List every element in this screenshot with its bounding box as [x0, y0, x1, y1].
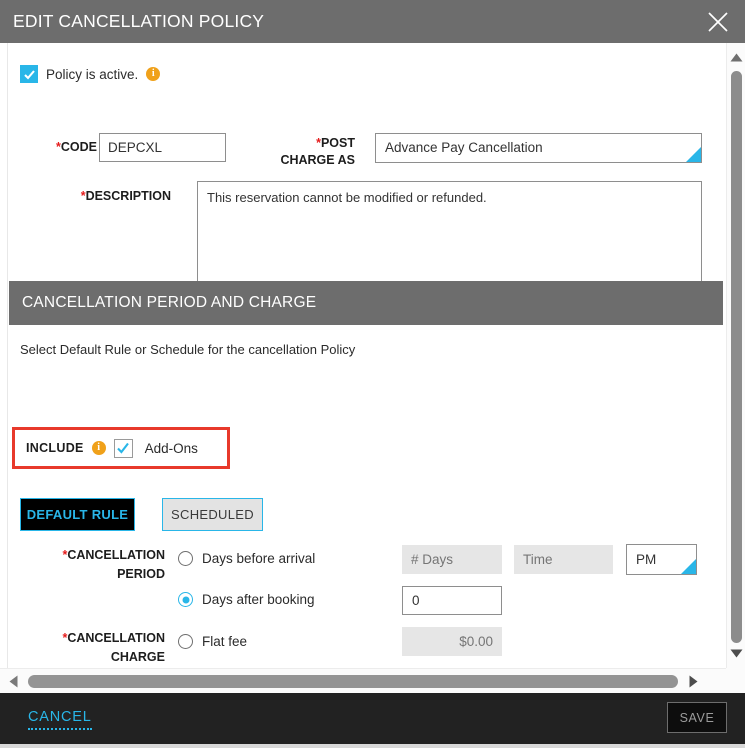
scroll-up-arrow-icon[interactable] — [727, 48, 745, 67]
post-charge-as-value: Advance Pay Cancellation — [385, 140, 543, 156]
scrollbar-corner — [726, 668, 745, 693]
description-label-text: DESCRIPTION — [85, 189, 171, 203]
policy-active-label: Policy is active. — [46, 66, 139, 82]
include-info-icon[interactable]: i — [91, 441, 106, 455]
charge-label-line2: CHARGE — [110, 650, 165, 664]
scroll-left-arrow-icon[interactable] — [2, 669, 24, 694]
cancellation-charge-label: *CANCELLATION CHARGE — [0, 629, 165, 667]
cancel-button[interactable]: CANCEL — [28, 709, 92, 730]
post-charge-label-line1: POST — [320, 136, 355, 150]
post-charge-as-label: *POST CHARGE AS — [225, 135, 355, 169]
charge-label-line1: CANCELLATION — [67, 631, 165, 645]
post-charge-label-line2: CHARGE AS — [280, 153, 355, 167]
addons-label: Add-Ons — [144, 440, 198, 456]
description-label: *DESCRIPTION — [31, 189, 171, 203]
dialog-body: Policy is active. i *CODE *POSTCHARGE AS… — [0, 43, 726, 668]
period-label-line1: CANCELLATION — [67, 548, 165, 562]
horizontal-scrollbar[interactable] — [0, 668, 726, 693]
cancellation-section-header: CANCELLATION PERIOD AND CHARGE — [9, 281, 723, 325]
radio-days-before-arrival-icon — [178, 551, 193, 566]
policy-active-row: Policy is active. i — [20, 65, 161, 83]
addons-checkbox[interactable] — [113, 438, 133, 458]
dialog-titlebar: EDIT CANCELLATION POLICY — [0, 0, 745, 43]
code-input[interactable] — [99, 133, 226, 162]
cancellation-period-label: *CANCELLATION PERIOD — [0, 546, 165, 584]
include-addons-box: INCLUDE i Add-Ons — [12, 427, 230, 469]
horizontal-scrollbar-thumb[interactable] — [28, 675, 678, 688]
days-after-booking-input[interactable] — [402, 586, 502, 615]
cancellation-section-title: CANCELLATION PERIOD AND CHARGE — [22, 294, 317, 311]
time-input[interactable] — [514, 545, 613, 574]
chevron-down-icon — [681, 559, 696, 574]
scroll-down-arrow-icon[interactable] — [727, 644, 745, 663]
radio-days-before-arrival[interactable]: Days before arrival — [178, 551, 315, 566]
radio-flat-fee[interactable]: Flat fee — [178, 634, 247, 649]
radio-flat-fee-label: Flat fee — [202, 634, 248, 649]
flat-fee-input[interactable] — [402, 627, 502, 656]
period-label-line2: PERIOD — [117, 567, 165, 581]
chevron-down-icon — [686, 147, 701, 162]
ampm-dropdown[interactable]: PM — [626, 544, 697, 575]
radio-flat-fee-icon — [178, 634, 193, 649]
post-charge-as-dropdown[interactable]: Advance Pay Cancellation — [375, 133, 702, 163]
footer-bottom-strip — [0, 744, 745, 748]
policy-active-info-icon[interactable]: i — [146, 67, 161, 81]
days-count-input[interactable] — [402, 545, 502, 574]
radio-days-before-arrival-label: Days before arrival — [202, 551, 316, 566]
default-rule-button[interactable]: DEFAULT RULE — [20, 498, 135, 531]
page-title: EDIT CANCELLATION POLICY — [13, 11, 265, 31]
policy-active-checkbox[interactable] — [20, 65, 38, 83]
scheduled-button[interactable]: SCHEDULED — [162, 498, 263, 531]
code-label-text: CODE — [60, 140, 97, 154]
edit-cancellation-policy-dialog: EDIT CANCELLATION POLICY Policy is activ… — [0, 0, 745, 748]
include-label: INCLUDE — [26, 441, 84, 455]
radio-days-after-booking-icon — [178, 592, 193, 607]
code-label: *CODE — [39, 140, 97, 154]
scroll-right-arrow-icon[interactable] — [682, 669, 704, 694]
vertical-scrollbar-thumb[interactable] — [731, 71, 742, 643]
radio-days-after-booking[interactable]: Days after booking — [178, 592, 315, 607]
dialog-footer: CANCEL SAVE — [0, 693, 745, 748]
radio-days-after-booking-label: Days after booking — [202, 592, 315, 607]
close-icon[interactable] — [700, 4, 736, 40]
save-button[interactable]: SAVE — [667, 702, 727, 733]
vertical-scrollbar[interactable] — [726, 43, 745, 668]
section-helper-text: Select Default Rule or Schedule for the … — [20, 342, 356, 357]
